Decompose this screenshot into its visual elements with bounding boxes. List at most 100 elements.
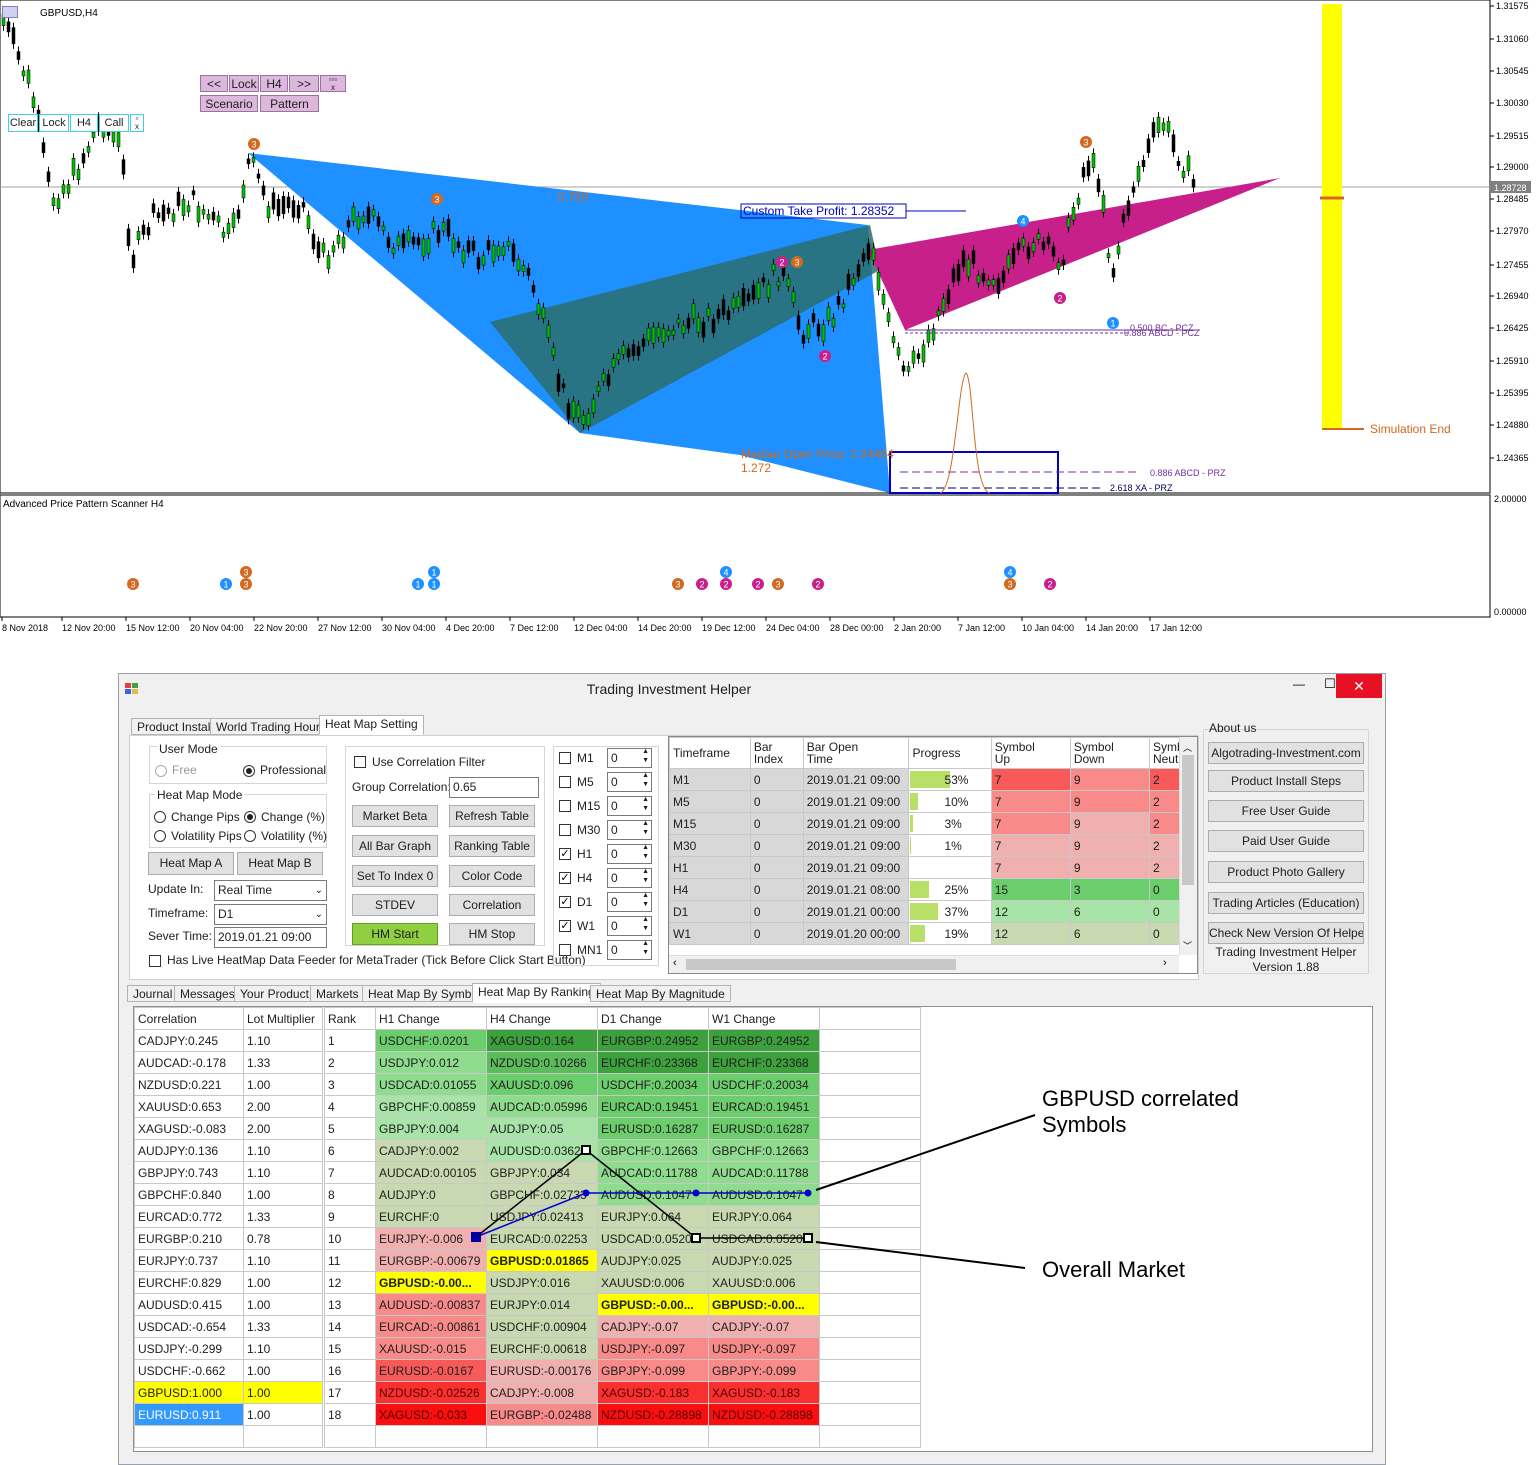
vol-pips-radio[interactable]	[154, 830, 166, 842]
close-button[interactable]: ✕	[1336, 674, 1382, 698]
free-radio[interactable]	[155, 765, 167, 777]
stepper-arrows-icon[interactable]: ▲ ▼	[642, 893, 649, 909]
tf-index-stepper[interactable]: 0 ▲ ▼	[607, 796, 652, 816]
tf-checkbox-m30[interactable]	[559, 824, 571, 836]
stepper-arrows-icon[interactable]: ▲ ▼	[642, 773, 649, 789]
rank-row[interactable]: 2 USDJPY:0.012 NZDUSD:0.10266 EURCHF:0.2336…	[324, 1051, 921, 1074]
tf-table-row[interactable]: H1 0 2019.01.21 09:00 7 9 2	[669, 856, 1197, 879]
tf-table-row[interactable]: D1 0 2019.01.21 00:00 37% 12 6 0	[669, 900, 1197, 923]
rank-row[interactable]: 17 NZDUSD:-0.02526 CADJPY:-0.008 XAGUSD:-0.…	[324, 1381, 921, 1404]
tf-checkbox-mn1[interactable]	[559, 944, 571, 956]
toolbar2-mini-icon[interactable]: ▫ x	[130, 114, 144, 132]
corr-row[interactable]: USDCAD:-0.654 1.33	[134, 1315, 323, 1338]
about-button[interactable]: Free User Guide	[1208, 800, 1364, 822]
rank-row[interactable]: 16 EURUSD:-0.0167 EURUSD:-0.00176 GBPJPY:-0…	[324, 1359, 921, 1382]
tf-checkbox-h4[interactable]: ✓	[559, 872, 571, 884]
about-button[interactable]: Trading Articles (Education)	[1208, 892, 1364, 914]
about-button[interactable]: Paid User Guide	[1208, 830, 1364, 852]
rank-row[interactable]: 15 XAUUSD:-0.015 EURCHF:0.00618 USDJPY:-0.0…	[324, 1337, 921, 1360]
scenario-button[interactable]: Scenario	[200, 95, 258, 112]
rank-row[interactable]: 13 AUDUSD:-0.00837 EURJPY:0.014 GBPUSD:-0.0…	[324, 1293, 921, 1316]
rank-row[interactable]: 8 AUDJPY:0 GBPCHF:0.02733 AUDUSD:0.1047 AUDU…	[324, 1183, 921, 1206]
professional-radio[interactable]	[243, 765, 255, 777]
rank-row[interactable]: 7 AUDCAD:0.00105 GBPJPY:0.034 AUDCAD:0.1178…	[324, 1161, 921, 1184]
corr-row[interactable]: EURCHF:0.829 1.00	[134, 1271, 323, 1294]
tf-table-row[interactable]: M15 0 2019.01.21 09:00 3% 7 9 2	[669, 812, 1197, 835]
hm-start-button[interactable]: HM Start	[352, 923, 438, 945]
clear-button[interactable]: Clear	[8, 114, 38, 132]
tf-table-row[interactable]: M1 0 2019.01.21 09:00 53% 7 9 2	[669, 768, 1197, 791]
corr-row[interactable]: AUDUSD:0.415 1.00	[134, 1293, 323, 1316]
live-feeder-checkbox[interactable]	[149, 955, 161, 967]
market-beta-button[interactable]: Market Beta	[352, 805, 438, 827]
corr-row[interactable]: CADJPY:0.245 1.10	[134, 1029, 323, 1052]
corr-row[interactable]: AUDCAD:-0.178 1.33	[134, 1051, 323, 1074]
stepper-arrows-icon[interactable]: ▲ ▼	[642, 941, 649, 957]
prev-button[interactable]: <<	[200, 75, 228, 92]
tf-table-hscroll-thumb[interactable]	[686, 959, 956, 970]
next-button[interactable]: >>	[289, 75, 319, 92]
corr-row[interactable]: EURJPY:0.737 1.10	[134, 1249, 323, 1272]
heat-map-a-button[interactable]: Heat Map A	[148, 852, 234, 875]
bottom-tab[interactable]: Heat Map By Magnitude	[590, 985, 731, 1002]
heat-map-b-button[interactable]: Heat Map B	[237, 852, 323, 875]
tf-checkbox-d1[interactable]: ✓	[559, 896, 571, 908]
rank-row[interactable]: 3 USDCAD:0.01055 XAUUSD:0.096 USDCHF:0.2003…	[324, 1073, 921, 1096]
tf-checkbox-m15[interactable]	[559, 800, 571, 812]
stepper-arrows-icon[interactable]: ▲ ▼	[642, 917, 649, 933]
about-button[interactable]: Algotrading-Investment.com	[1208, 742, 1364, 764]
stepper-arrows-icon[interactable]: ▲ ▼	[642, 869, 649, 885]
corr-row[interactable]: AUDJPY:0.136 1.10	[134, 1139, 323, 1162]
tab-heat-map-setting[interactable]: Heat Map Setting	[319, 715, 424, 735]
tf-checkbox-h1[interactable]: ✓	[559, 848, 571, 860]
stepper-arrows-icon[interactable]: ▲ ▼	[642, 845, 649, 861]
corr-row[interactable]: NZDUSD:0.221 1.00	[134, 1073, 323, 1096]
tf-index-stepper[interactable]: 0 ▲ ▼	[607, 868, 652, 888]
tf-index-stepper[interactable]: 0 ▲ ▼	[607, 772, 652, 792]
call-button[interactable]: Call	[99, 114, 129, 132]
set-to-index-button[interactable]: Set To Index 0	[352, 865, 438, 887]
hm-stop-button[interactable]: HM Stop	[449, 923, 535, 945]
timeframe-select[interactable]: D1 ⌄	[214, 904, 327, 925]
lock-button[interactable]: Lock	[229, 75, 259, 92]
tf-index-stepper[interactable]: 0 ▲ ▼	[607, 916, 652, 936]
toolbar1-mini-icon[interactable]: ▫▫▫ x	[320, 75, 346, 92]
rank-row[interactable]: 11 EURGBP:-0.00679 GBPUSD:0.01865 AUDJPY:0.…	[324, 1249, 921, 1272]
corr-row[interactable]: GBPCHF:0.840 1.00	[134, 1183, 323, 1206]
group-correlation-input[interactable]: 0.65	[449, 777, 539, 798]
rank-row[interactable]: 1 USDCHF:0.0201 XAGUSD:0.164 EURGBP:0.24952…	[324, 1029, 921, 1052]
change-pct-radio[interactable]	[244, 811, 256, 823]
corr-row[interactable]: EURUSD:0.911 1.00	[134, 1403, 323, 1426]
change-pips-radio[interactable]	[154, 811, 166, 823]
ranking-table-button[interactable]: Ranking Table	[449, 835, 535, 857]
rank-row[interactable]: 4 GBPCHF:0.00859 AUDCAD:0.05996 EURCAD:0.19…	[324, 1095, 921, 1118]
rank-row[interactable]: 12 GBPUSD:-0.00... USDJPY:0.016 XAUUSD:0.00…	[324, 1271, 921, 1294]
bottom-tab[interactable]: Your Product	[234, 985, 315, 1002]
tf-checkbox-m1[interactable]	[559, 752, 571, 764]
tf-table-row[interactable]: W1 0 2019.01.20 00:00 19% 12 6 0	[669, 922, 1197, 945]
tf-table-row[interactable]: H4 0 2019.01.21 08:00 25% 15 3 0	[669, 878, 1197, 901]
all-bar-graph-button[interactable]: All Bar Graph	[352, 835, 438, 857]
about-button[interactable]: Check New Version Of Helper	[1208, 922, 1364, 944]
color-code-button[interactable]: Color Code	[449, 865, 535, 887]
tf-index-stepper[interactable]: 0 ▲ ▼	[607, 820, 652, 840]
rank-row[interactable]: 14 EURCAD:-0.00861 USDCHF:0.00904 CADJPY:-0…	[324, 1315, 921, 1338]
tf-table-scroll-thumb[interactable]	[1182, 755, 1194, 885]
price-chart[interactable]: GBPUSD,H4 Advanced Price Pattern Scanner…	[0, 0, 1539, 640]
rank-row[interactable]: 6 CADJPY:0.002 AUDUSD:0.03627 GBPCHF:0.1266…	[324, 1139, 921, 1162]
pattern-button[interactable]: Pattern	[260, 95, 319, 112]
corr-row[interactable]: GBPJPY:0.743 1.10	[134, 1161, 323, 1184]
rank-row[interactable]: 9 EURCHF:0 USDJPY:0.02413 EURJPY:0.064 EURJP…	[324, 1205, 921, 1228]
tf-table-row[interactable]: M5 0 2019.01.21 09:00 10% 7 9 2	[669, 790, 1197, 813]
rank-row[interactable]: 5 GBPJPY:0.004 AUDJPY:0.05 EURUSD:0.16287 EU…	[324, 1117, 921, 1140]
server-time-field[interactable]: 2019.01.21 09:00	[214, 927, 327, 948]
corr-row[interactable]: EURCAD:0.772 1.33	[134, 1205, 323, 1228]
corr-row[interactable]: USDCHF:-0.662 1.00	[134, 1359, 323, 1382]
bottom-tab[interactable]: Markets	[310, 985, 365, 1002]
bottom-tab[interactable]: Heat Map By Ranking	[472, 983, 601, 1003]
tab-world-trading-hours[interactable]: World Trading Hours	[210, 718, 332, 735]
stdev-button[interactable]: STDEV	[352, 894, 438, 916]
tab-product-install[interactable]: Product Install	[131, 718, 220, 735]
update-in-select[interactable]: Real Time ⌄	[214, 880, 327, 901]
corr-row[interactable]: USDJPY:-0.299 1.10	[134, 1337, 323, 1360]
